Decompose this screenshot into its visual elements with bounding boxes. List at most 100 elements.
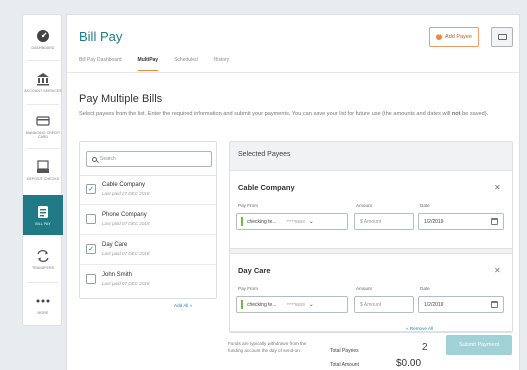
main-panel: Bill Pay Add Payee Bill Pay Dashboard Mu…: [66, 14, 520, 370]
add-payee-button[interactable]: Add Payee: [429, 27, 479, 47]
list-item[interactable]: Phone Company Last paid 07 DEC 2018: [80, 206, 216, 235]
divider: [67, 72, 519, 73]
credit-card-icon: [35, 114, 51, 128]
account-color-bar: [241, 300, 243, 309]
sidebar-item-label: MORE: [37, 310, 49, 315]
last-paid: Last paid 07 DEC 2018: [102, 281, 150, 286]
close-icon[interactable]: ✕: [494, 183, 501, 192]
deposit-check-icon: [35, 159, 51, 174]
last-paid: Last paid 07 DEC 2018: [102, 251, 150, 256]
search-input[interactable]: Search: [86, 151, 212, 167]
sidebar-item-label: MANAGING CREDIT CARD: [25, 130, 61, 139]
print-button[interactable]: [491, 27, 513, 47]
sidebar-item-account-services[interactable]: ACCOUNT SERVICES: [23, 62, 63, 102]
calendar-icon[interactable]: [491, 301, 498, 308]
more-dots-icon: [35, 294, 51, 308]
add-payee-label: Add Payee: [445, 34, 472, 40]
tab-bill-pay-dashboard[interactable]: Bill Pay Dashboard: [79, 57, 122, 71]
transfer-arrows-icon: [35, 249, 51, 263]
payee-checkbox[interactable]: ✓: [86, 244, 96, 254]
bill-pay-icon: [35, 205, 51, 219]
divider: [27, 282, 59, 283]
divider: [27, 104, 59, 105]
instructions-text-part: be saved).: [460, 111, 489, 117]
account-mask: *****5828: [286, 302, 305, 307]
amount-label: Amount: [356, 286, 372, 291]
calendar-icon[interactable]: [491, 218, 498, 225]
selected-payee-card: Day Care ✕ Pay From Amount Date checking…: [230, 253, 512, 332]
search-icon: [92, 156, 97, 162]
account-color-bar: [241, 217, 243, 226]
sidebar-nav: DASHBOARD ACCOUNT SERVICES MANAGING CRED…: [22, 14, 63, 326]
instructions-text-part: Select payees from the list. Enter the r…: [79, 111, 452, 117]
list-item[interactable]: ✓ Day Care Last paid 07 DEC 2018: [80, 236, 216, 265]
amount-placeholder: $ Amount: [360, 218, 382, 225]
plus-circle-icon: [436, 32, 443, 40]
submit-payment-button[interactable]: Submit Payment: [446, 335, 512, 355]
tab-multipay[interactable]: MultiPay: [137, 57, 159, 71]
sidebar-item-more[interactable]: MORE: [23, 284, 63, 324]
amount-placeholder: $ Amount: [360, 301, 382, 308]
sidebar-item-label: BILL PAY: [35, 221, 51, 226]
last-paid: Last paid 07 DEC 2018: [102, 221, 150, 226]
search-placeholder: Search: [100, 156, 116, 162]
bank-icon: [35, 72, 51, 86]
instructions-text: Select payees from the list. Enter the r…: [79, 110, 499, 119]
remove-all-link[interactable]: « Remove All: [406, 326, 433, 331]
sidebar-item-deposit-checks[interactable]: DEPOSIT CHECKS: [23, 150, 63, 190]
date-value: 1/2/2019: [424, 218, 444, 225]
account-name: checking te...: [247, 301, 277, 308]
sidebar-item-dashboard[interactable]: DASHBOARD: [23, 19, 63, 59]
date-input[interactable]: 1/2/2019: [418, 213, 504, 230]
date-input[interactable]: 1/2/2019: [418, 296, 504, 313]
amount-input[interactable]: $ Amount: [354, 296, 414, 313]
chevron-down-icon: ⌄: [308, 302, 314, 308]
date-label: Date: [420, 286, 430, 291]
payee-name: Day Care: [102, 242, 128, 248]
divider: [27, 60, 59, 61]
printer-icon: [497, 34, 507, 40]
list-item[interactable]: John Smith Last paid 07 DEC 2018: [80, 266, 216, 295]
total-payees-value: 2: [422, 342, 428, 353]
payee-checkbox[interactable]: [86, 214, 96, 224]
payee-checkbox[interactable]: [86, 274, 96, 284]
pay-from-label: Pay From: [238, 286, 258, 291]
page-title: Bill Pay: [79, 29, 123, 44]
instructions-emphasis: not: [451, 111, 461, 117]
divider: [27, 148, 59, 149]
account-mask: *****5828: [286, 219, 305, 224]
sidebar-item-credit-card[interactable]: MANAGING CREDIT CARD: [23, 106, 63, 146]
sidebar-item-transfers[interactable]: TRANSFERS: [23, 239, 63, 279]
payee-name: Cable Company: [238, 183, 295, 192]
payee-checkbox[interactable]: ✓: [86, 184, 96, 194]
tab-bar: Bill Pay Dashboard MultiPay Scheduled Hi…: [79, 57, 245, 71]
tab-scheduled[interactable]: Scheduled: [174, 57, 198, 71]
section-heading: Pay Multiple Bills: [79, 93, 163, 105]
pay-from-select[interactable]: checking te... *****5828 ⌄: [236, 213, 348, 230]
sidebar-item-bill-pay[interactable]: BILL PAY: [23, 195, 63, 235]
amount-label: Amount: [356, 203, 372, 208]
payee-name: Day Care: [238, 266, 271, 275]
last-paid: Last paid 27 DEC 2018: [102, 191, 150, 196]
sidebar-item-label: ACCOUNT SERVICES: [24, 88, 62, 93]
selected-payees-panel: Selected Payees Cable Company ✕ Pay From…: [229, 141, 513, 333]
add-all-link[interactable]: Add All »: [174, 303, 192, 308]
selected-payee-card: Cable Company ✕ Pay From Amount Date che…: [230, 170, 512, 249]
date-value: 1/2/2019: [424, 301, 444, 308]
payee-name: Phone Company: [102, 212, 147, 218]
payee-name: Cable Company: [102, 182, 146, 188]
amount-input[interactable]: $ Amount: [354, 213, 414, 230]
sidebar-item-label: DASHBOARD: [31, 45, 55, 50]
list-item[interactable]: ✓ Cable Company Last paid 27 DEC 2018: [80, 176, 216, 205]
close-icon[interactable]: ✕: [494, 266, 501, 275]
date-label: Date: [420, 203, 430, 208]
account-name: checking te...: [247, 218, 277, 225]
pay-from-select[interactable]: checking te... *****5828 ⌄: [236, 296, 348, 313]
total-amount-value: $0.00: [396, 358, 422, 369]
chevron-down-icon: ⌄: [308, 219, 314, 225]
tab-history[interactable]: History: [214, 57, 230, 71]
total-payees-label: Total Payees: [330, 348, 359, 354]
payee-list: Search ✓ Cable Company Last paid 27 DEC …: [79, 141, 217, 299]
dashboard-gauge-icon: [35, 29, 51, 43]
selected-payees-title: Selected Payees: [238, 151, 291, 158]
